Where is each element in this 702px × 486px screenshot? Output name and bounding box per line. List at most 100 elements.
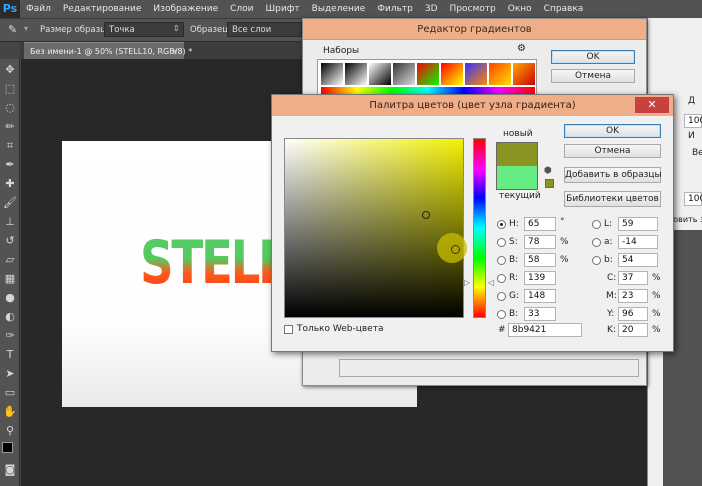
brush-tool-icon[interactable]: 🖌 [3, 196, 17, 210]
menu-view[interactable]: Просмотр [444, 0, 502, 18]
preset-swatch[interactable] [369, 63, 391, 85]
preset-swatch[interactable] [465, 63, 487, 85]
quick-mask-icon[interactable]: ◙ [3, 463, 17, 477]
menu-select[interactable]: Выделение [306, 0, 372, 18]
right-panel-field-1[interactable]: 100 [684, 114, 702, 128]
eyedropper-tool-icon[interactable]: ✒ [3, 158, 17, 172]
sample-size-value: Точка [109, 25, 135, 35]
blur-tool-icon[interactable]: ● [3, 291, 17, 305]
c-label: C: [607, 273, 617, 283]
foreground-color-swatch[interactable] [2, 442, 13, 453]
g-field[interactable]: 148 [524, 289, 556, 303]
b-radio[interactable] [497, 256, 506, 265]
preset-swatch[interactable] [321, 63, 343, 85]
h-label: H: [509, 219, 519, 229]
crop-tool-icon[interactable]: ⌗ [3, 139, 17, 153]
m-field[interactable]: 23 [618, 289, 648, 303]
type-tool-icon[interactable]: T [3, 348, 17, 362]
r-radio[interactable] [497, 274, 506, 283]
healing-brush-tool-icon[interactable]: ✚ [3, 177, 17, 191]
zoom-tool-icon[interactable]: ⚲ [3, 424, 17, 438]
tool-preset-chevron-icon[interactable]: ▾ [24, 24, 28, 33]
right-panel-field-2[interactable]: 100 [684, 192, 702, 206]
c-field[interactable]: 37 [618, 271, 648, 285]
b-field[interactable]: 58 [524, 253, 556, 267]
eyedropper-tool-icon[interactable]: ✎ [8, 23, 17, 36]
lab-b-field[interactable]: 54 [618, 253, 658, 267]
shape-tool-icon[interactable]: ▭ [3, 386, 17, 400]
presets-grid[interactable] [317, 59, 537, 97]
pen-tool-icon[interactable]: ✑ [3, 329, 17, 343]
gamut-cube-icon[interactable]: ⬢ [544, 166, 552, 176]
sample-layers-select[interactable]: Все слои [227, 22, 302, 37]
add-to-swatches-button[interactable]: Добавить в образцы [564, 167, 662, 183]
saturation-brightness-field[interactable] [284, 138, 464, 318]
s-radio[interactable] [497, 238, 506, 247]
close-button[interactable]: ✕ [635, 97, 669, 113]
current-color-swatch[interactable] [496, 166, 538, 190]
web-only-checkbox[interactable] [284, 325, 293, 334]
y-unit: % [652, 309, 661, 319]
y-field[interactable]: 96 [618, 307, 648, 321]
move-tool-icon[interactable]: ✥ [3, 63, 17, 77]
color-libraries-button[interactable]: Библиотеки цветов [564, 191, 661, 207]
eraser-tool-icon[interactable]: ▱ [3, 253, 17, 267]
ok-button[interactable]: OK [564, 124, 661, 138]
sample-size-select[interactable]: Точка ⇕ [104, 22, 184, 37]
preset-swatch[interactable] [345, 63, 367, 85]
right-panel-text-3: Ве [692, 148, 702, 158]
r-field[interactable]: 139 [524, 271, 556, 285]
path-select-tool-icon[interactable]: ➤ [3, 367, 17, 381]
h-field[interactable]: 65 [524, 217, 556, 231]
color-field-marker[interactable] [422, 211, 430, 219]
rgb-b-field[interactable]: 33 [524, 307, 556, 321]
hex-field[interactable]: 8b9421 [508, 323, 582, 337]
preset-swatch[interactable] [417, 63, 439, 85]
l-label: L: [604, 219, 613, 229]
l-radio[interactable] [592, 220, 601, 229]
tab-close-icon[interactable]: × [171, 43, 178, 60]
hue-slider-arrow-right-icon[interactable]: ◁ [488, 278, 494, 287]
web-safe-swatch[interactable] [545, 179, 554, 188]
rgb-b-radio[interactable] [497, 310, 506, 319]
menu-layers[interactable]: Слои [224, 0, 259, 18]
preset-swatch[interactable] [513, 63, 535, 85]
menu-window[interactable]: Окно [502, 0, 538, 18]
gradient-cancel-button[interactable]: Отмена [551, 69, 635, 83]
photoshop-logo: Ps [0, 0, 20, 18]
menu-filter[interactable]: Фильтр [371, 0, 419, 18]
hand-tool-icon[interactable]: ✋ [3, 405, 17, 419]
document-tab[interactable]: Без имени-1 @ 50% (STELL10, RGB/8) * × [24, 42, 192, 60]
rgb-b-label: B: [509, 309, 519, 319]
preset-swatch[interactable] [489, 63, 511, 85]
hue-slider[interactable] [473, 138, 486, 318]
preset-swatch[interactable] [441, 63, 463, 85]
preset-swatch[interactable] [393, 63, 415, 85]
menu-help[interactable]: Справка [538, 0, 590, 18]
clone-stamp-tool-icon[interactable]: ⊥ [3, 215, 17, 229]
l-field[interactable]: 59 [618, 217, 658, 231]
menu-file[interactable]: Файл [20, 0, 57, 18]
gradient-ok-button[interactable]: OK [551, 50, 635, 64]
dodge-tool-icon[interactable]: ◐ [3, 310, 17, 324]
m-unit: % [652, 291, 661, 301]
g-radio[interactable] [497, 292, 506, 301]
a-field[interactable]: -14 [618, 235, 658, 249]
h-radio[interactable] [497, 220, 506, 229]
cancel-button[interactable]: Отмена [564, 144, 661, 158]
menu-type[interactable]: Шрифт [260, 0, 306, 18]
history-brush-tool-icon[interactable]: ↺ [3, 234, 17, 248]
s-field[interactable]: 78 [524, 235, 556, 249]
a-radio[interactable] [592, 238, 601, 247]
presets-gear-icon[interactable]: ⚙ [517, 43, 526, 54]
marquee-tool-icon[interactable]: ⬚ [3, 82, 17, 96]
hue-slider-arrow-left-icon[interactable]: ▷ [464, 278, 470, 287]
menu-image[interactable]: Изображение [147, 0, 224, 18]
quick-select-tool-icon[interactable]: ✏ [3, 120, 17, 134]
lab-b-radio[interactable] [592, 256, 601, 265]
gradient-tool-icon[interactable]: ▦ [3, 272, 17, 286]
menu-edit[interactable]: Редактирование [57, 0, 148, 18]
menu-3d[interactable]: 3D [419, 0, 444, 18]
k-field[interactable]: 20 [618, 323, 648, 337]
lasso-tool-icon[interactable]: ◌ [3, 101, 17, 115]
